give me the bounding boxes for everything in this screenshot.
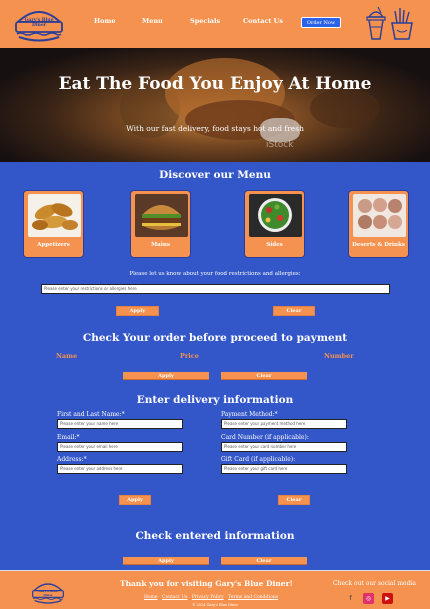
menu-card-deserts-drinks[interactable]: Deserts & Drinks [348,190,409,258]
footer-link-contact-us[interactable]: Contact Us [162,595,187,600]
hero-banner: Eat The Food You Enjoy At Home With our … [0,48,430,162]
address-input[interactable]: Please enter your address here [57,464,183,474]
delivery-section-title: Enter delivery information [136,394,294,406]
hero-subtitle: With our fast delivery, food stays hot a… [126,124,304,133]
name-label: First and Last Name:* [57,411,125,418]
nav-menu[interactable]: Menu [142,17,163,25]
card-label: Deserts & Drinks [352,242,405,248]
chicken-tenders-image [28,194,81,237]
payment-label: Payment Method:* [221,411,278,418]
footer-link-privacy-policy[interactable]: Privacy Policy [192,595,224,600]
clear-button[interactable]: Clear [221,372,307,380]
menu-card-appetizers[interactable]: Appetizers [23,190,84,258]
order-now-button[interactable]: Order Now [301,17,341,28]
address-label: Address:* [57,456,87,463]
instagram-icon[interactable]: ◎ [363,593,374,604]
nav-contact-us[interactable]: Contact Us [243,17,283,25]
salad-image [249,194,302,237]
clear-button[interactable]: Clear [221,557,307,565]
gift-card-label: Gift Card (if applicable): [221,456,296,463]
clear-button[interactable]: Clear [278,495,310,505]
email-label: Email:* [57,434,80,441]
nav-specials[interactable]: Specials [190,17,220,25]
allergy-input[interactable]: Please enter your restrictions or allerg… [41,284,390,294]
footer-links: Home Contact Us Privacy Policy Terms and… [144,595,281,600]
footer-link-home[interactable]: Home [144,595,158,600]
footer-logo-text: Gary's Blue Diner [38,589,58,597]
site-footer: Gary's Blue Diner Thank you for visiting… [0,570,430,609]
apply-button[interactable]: Apply [123,372,209,380]
milkshake-icon [366,6,386,40]
desserts-image [353,194,406,237]
card-label: Sides [266,242,283,248]
hero-title: Eat The Food You Enjoy At Home [58,74,372,94]
stock-watermark: iStock [266,140,294,150]
menu-section-title: Discover our Menu [159,169,271,181]
footer-thanks: Thank you for visiting Gary's Blue Diner… [120,579,293,588]
youtube-icon[interactable]: ▶ [382,593,393,604]
column-header-name: Name [56,352,78,360]
name-input[interactable]: Please enter your name here [57,419,183,429]
card-number-label: Card Number (if applicable): [221,434,309,441]
footer-link-terms[interactable]: Terms and Conditions [228,595,278,600]
nav-home[interactable]: Home [94,17,116,25]
email-input[interactable]: Please enter your email here [57,442,183,452]
payment-input[interactable]: Please enter your payment method here [221,419,347,429]
allergy-note: Please let us know about your food restr… [129,271,301,277]
social-title: Check out our social media [333,580,416,587]
order-section-title: Check Your order before proceed to payme… [82,332,348,344]
check-section-title: Check entered information [135,530,295,542]
clear-button[interactable]: Clear [273,306,315,316]
apply-button[interactable]: Apply [116,306,159,316]
fries-icon [391,8,413,40]
apply-button[interactable]: Apply [123,557,209,565]
menu-card-sides[interactable]: Sides [244,190,305,258]
card-label: Appetizers [37,242,70,248]
burger-image [135,194,188,237]
column-header-number: Number [324,352,354,360]
facebook-icon[interactable]: f [345,593,356,604]
site-header: Gary's Blue Diner Home Menu Specials Con… [0,0,430,48]
menu-card-mains[interactable]: Mains [130,190,191,258]
card-number-input[interactable]: Please enter your card number here [221,442,347,452]
card-label: Mains [151,242,170,248]
apply-button[interactable]: Apply [119,495,151,505]
column-header-price: Price [180,352,199,360]
gift-card-input[interactable]: Please enter your gift card here [221,464,347,474]
logo-text: Gary's Blue Diner [24,18,54,28]
